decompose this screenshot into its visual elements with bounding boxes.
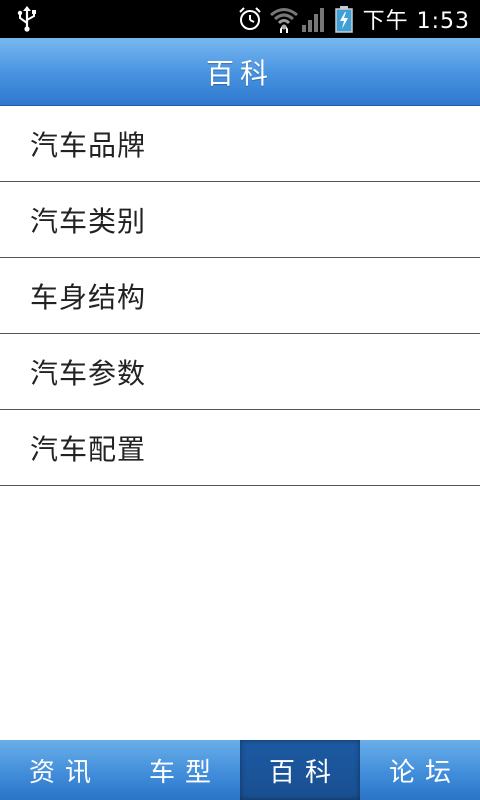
list-item-category[interactable]: 汽车类别 — [0, 182, 480, 258]
tab-encyclopedia[interactable]: 百科 — [240, 740, 360, 800]
list-item-label: 汽车参数 — [30, 356, 147, 390]
tab-news[interactable]: 资讯 — [0, 740, 120, 800]
tab-label: 论坛 — [388, 757, 461, 788]
alarm-icon — [238, 7, 261, 30]
list-item-body-structure[interactable]: 车身结构 — [0, 258, 480, 334]
encyclopedia-list: 汽车品牌 汽车类别 车身结构 汽车参数 汽车配置 — [0, 106, 480, 486]
status-bar: 下午 1:53 — [0, 0, 480, 38]
tab-label: 车型 — [148, 757, 221, 788]
list-item-parameters[interactable]: 汽车参数 — [0, 334, 480, 410]
usb-icon — [17, 6, 36, 32]
list-item-brand[interactable]: 汽车品牌 — [0, 106, 480, 182]
title-bar: 百科 — [0, 38, 480, 106]
status-time: 下午 1:53 — [362, 9, 470, 34]
signal-icon — [301, 8, 324, 32]
tab-label: 百科 — [268, 757, 341, 788]
wifi-icon — [269, 8, 298, 33]
list-item-label: 汽车类别 — [30, 204, 147, 238]
screen: 下午 1:53 百科 汽车品牌 汽车类别 车身结构 汽车参数 汽车配置 资讯 车… — [0, 0, 480, 800]
list-item-label: 汽车品牌 — [30, 128, 147, 162]
tab-label: 资讯 — [28, 757, 101, 788]
list-item-configuration[interactable]: 汽车配置 — [0, 410, 480, 486]
tab-models[interactable]: 车型 — [120, 740, 240, 800]
list-item-label: 汽车配置 — [30, 432, 147, 466]
tab-forum[interactable]: 论坛 — [360, 740, 480, 800]
page-title: 百科 — [205, 56, 274, 90]
list-item-label: 车身结构 — [30, 280, 147, 314]
battery-charging-icon — [334, 6, 353, 33]
bottom-tab-bar: 资讯 车型 百科 论坛 — [0, 740, 480, 800]
